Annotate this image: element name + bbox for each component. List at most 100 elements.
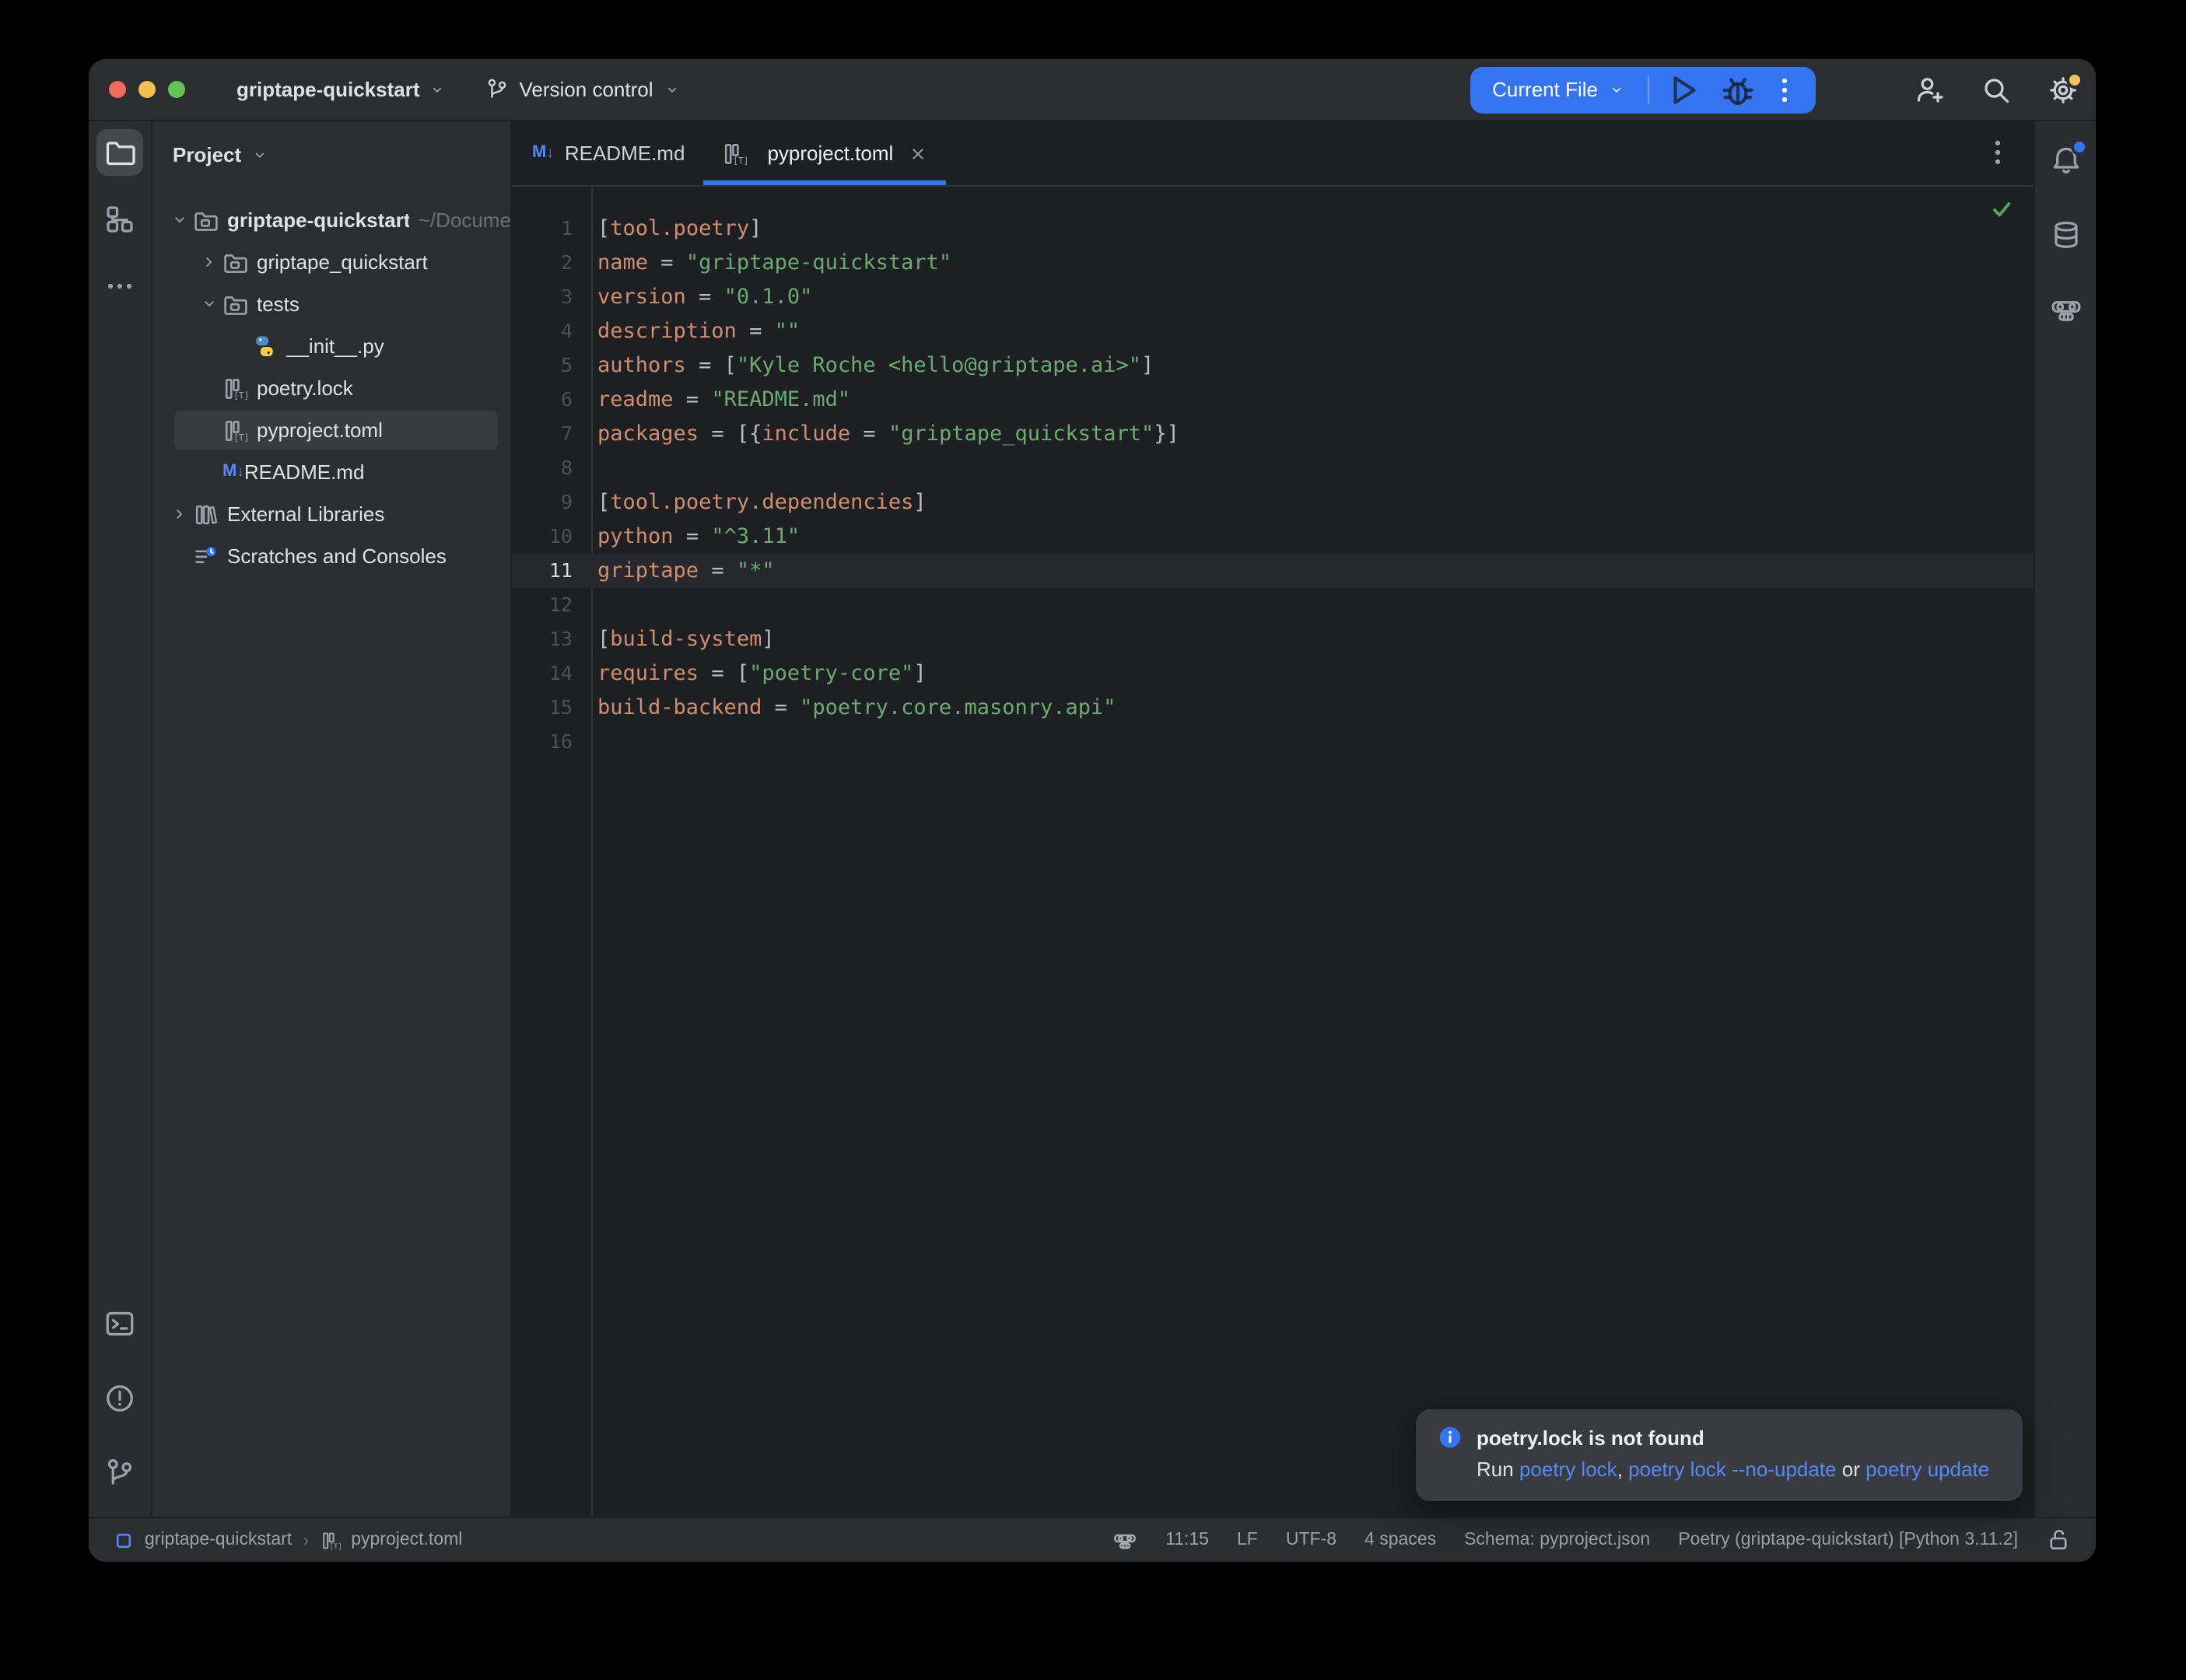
library-icon	[193, 502, 218, 527]
problems-tool-button[interactable]	[96, 1375, 143, 1422]
svg-text:[T]: [T]	[233, 390, 247, 400]
tree-item-scratches-and-consoles[interactable]: Scratches and Consoles	[152, 535, 510, 577]
title-bar: griptape-quickstart Version control Curr…	[89, 59, 2096, 121]
tree-item-griptape-quickstart[interactable]: griptape_quickstart	[152, 241, 510, 283]
line-content: [tool.poetry.dependencies]	[591, 485, 927, 520]
toml-icon: [T]	[722, 141, 747, 166]
code-line-9[interactable]: 9[tool.poetry.dependencies]	[512, 485, 2034, 520]
code-with-me-button[interactable]	[1914, 74, 1945, 105]
chevron-spacer	[165, 544, 193, 569]
copilot-icon	[1112, 1528, 1137, 1552]
python-interpreter[interactable]: Poetry (griptape-quickstart) [Python 3.1…	[1678, 1531, 2018, 1549]
file-encoding-label: UTF-8	[1286, 1531, 1336, 1549]
notification-link-poetry-lock[interactable]: poetry lock	[1519, 1458, 1617, 1481]
tree-item-label: poetry.lock	[257, 376, 353, 400]
python-icon	[252, 334, 277, 359]
code-editor[interactable]: 1[tool.poetry]2name = "griptape-quicksta…	[512, 187, 2034, 1517]
tree-item-external-libraries[interactable]: External Libraries	[152, 493, 510, 535]
code-line-5[interactable]: 5authors = ["Kyle Roche <hello@griptape.…	[512, 348, 2034, 383]
cursor-position-label: 11:15	[1165, 1531, 1209, 1549]
code-line-1[interactable]: 1[tool.poetry]	[512, 212, 2034, 246]
chevron-down-icon[interactable]	[194, 292, 222, 317]
more-run-options-button[interactable]	[1769, 69, 1800, 110]
notification-link-poetry-update[interactable]: poetry update	[1865, 1458, 1989, 1481]
project-tool-button[interactable]	[96, 129, 143, 176]
python-interpreter-label: Poetry (griptape-quickstart) [Python 3.1…	[1678, 1531, 2018, 1549]
line-number: 10	[512, 520, 591, 554]
code-line-2[interactable]: 2name = "griptape-quickstart"	[512, 246, 2034, 280]
breadcrumb-item-griptape-quickstart[interactable]: griptape-quickstart	[145, 1531, 292, 1549]
code-line-12[interactable]: 12	[512, 588, 2034, 622]
cursor-position[interactable]: 11:15	[1165, 1531, 1209, 1549]
code-line-14[interactable]: 14requires = ["poetry-core"]	[512, 656, 2034, 691]
tab-pyproject-toml[interactable]: [T]pyproject.toml	[703, 121, 946, 185]
run-button[interactable]	[1663, 69, 1704, 110]
code-line-11[interactable]: 11griptape = "*"	[512, 554, 2034, 588]
code-line-6[interactable]: 6readme = "README.md"	[512, 383, 2034, 417]
line-number: 2	[512, 246, 591, 280]
info-icon	[1438, 1425, 1463, 1450]
code-line-10[interactable]: 10python = "^3.11"	[512, 520, 2034, 554]
copilot-status-icon[interactable]	[1112, 1528, 1137, 1552]
tree-item-init-py[interactable]: __init__.py	[152, 325, 510, 367]
terminal-tool-button[interactable]	[96, 1300, 143, 1347]
line-content: name = "griptape-quickstart"	[591, 246, 951, 280]
vcs-widget[interactable]: Version control	[485, 78, 680, 101]
notification-link-poetry-lock-no-update[interactable]: poetry lock --no-update	[1628, 1458, 1836, 1481]
tree-item-readme-md[interactable]: M↓README.md	[152, 451, 510, 493]
ai-assistant-tool-button[interactable]	[2042, 286, 2089, 333]
chevron-spacer	[194, 460, 222, 485]
file-encoding[interactable]: UTF-8	[1286, 1531, 1336, 1549]
line-separator[interactable]: LF	[1237, 1531, 1258, 1549]
chevron-down-icon[interactable]	[165, 208, 193, 233]
code-line-13[interactable]: 13[build-system]	[512, 622, 2034, 656]
folder-icon	[222, 250, 247, 275]
code-line-7[interactable]: 7packages = [{include = "griptape_quicks…	[512, 417, 2034, 451]
chevron-right-icon[interactable]	[165, 502, 193, 527]
ide-window: griptape-quickstart Version control Curr…	[89, 59, 2096, 1562]
breadcrumb-item-pyproject-toml[interactable]: pyproject.toml	[351, 1531, 462, 1549]
settings-button[interactable]	[2048, 74, 2079, 105]
right-tool-rail	[2034, 121, 2096, 1517]
minimize-window-button[interactable]	[138, 81, 156, 98]
structure-tool-button[interactable]	[96, 196, 143, 243]
indent-style[interactable]: 4 spaces	[1364, 1531, 1436, 1549]
close-window-button[interactable]	[109, 81, 126, 98]
code-line-3[interactable]: 3version = "0.1.0"	[512, 280, 2034, 314]
project-panel-header[interactable]: Project	[152, 121, 510, 188]
tab-options-button[interactable]	[1982, 137, 2013, 168]
code-line-8[interactable]: 8	[512, 451, 2034, 485]
close-tab-icon[interactable]	[909, 144, 927, 163]
file-lock-toggle[interactable]	[2046, 1528, 2071, 1552]
line-number: 16	[512, 725, 591, 759]
tree-item-griptape-quickstart[interactable]: griptape-quickstart~/Docume	[152, 199, 510, 241]
project-panel: Project griptape-quickstart~/Documegript…	[152, 121, 512, 1517]
ai-icon	[2050, 294, 2081, 325]
chevron-right-icon[interactable]	[194, 250, 222, 275]
chevron-spacer	[194, 418, 222, 443]
line-content	[591, 588, 597, 622]
database-tool-button[interactable]	[2042, 212, 2089, 258]
tree-item-poetry-lock[interactable]: [T] poetry.lock	[152, 367, 510, 409]
code-line-16[interactable]: 16	[512, 725, 2034, 759]
markdown-icon: M↓	[222, 464, 244, 481]
notification-text: Run	[1477, 1458, 1519, 1481]
line-number: 12	[512, 588, 591, 622]
more-tool-windows-button[interactable]	[96, 263, 143, 310]
line-content: description = ""	[591, 314, 800, 348]
tree-item-pyproject-toml[interactable]: [T]pyproject.toml	[152, 409, 510, 451]
search-everywhere-button[interactable]	[1981, 74, 2012, 105]
line-number: 8	[512, 451, 591, 485]
tree-item-tests[interactable]: tests	[152, 283, 510, 325]
code-line-15[interactable]: 15build-backend = "poetry.core.masonry.a…	[512, 691, 2034, 725]
project-switcher[interactable]: griptape-quickstart	[236, 78, 445, 101]
code-line-4[interactable]: 4description = ""	[512, 314, 2034, 348]
tab-readme-md[interactable]: M↓README.md	[513, 121, 703, 185]
debug-button[interactable]	[1718, 69, 1758, 110]
zoom-window-button[interactable]	[168, 81, 185, 98]
run-configuration-selector[interactable]: Current File	[1492, 78, 1598, 101]
notifications-button[interactable]	[2042, 137, 2089, 184]
version-control-tool-button[interactable]	[96, 1450, 143, 1496]
statusbar-widgets: 11:15 LF UTF-8 4 spaces Schema: pyproject.js…	[1112, 1528, 2071, 1552]
json-schema[interactable]: Schema: pyproject.json	[1464, 1531, 1650, 1549]
